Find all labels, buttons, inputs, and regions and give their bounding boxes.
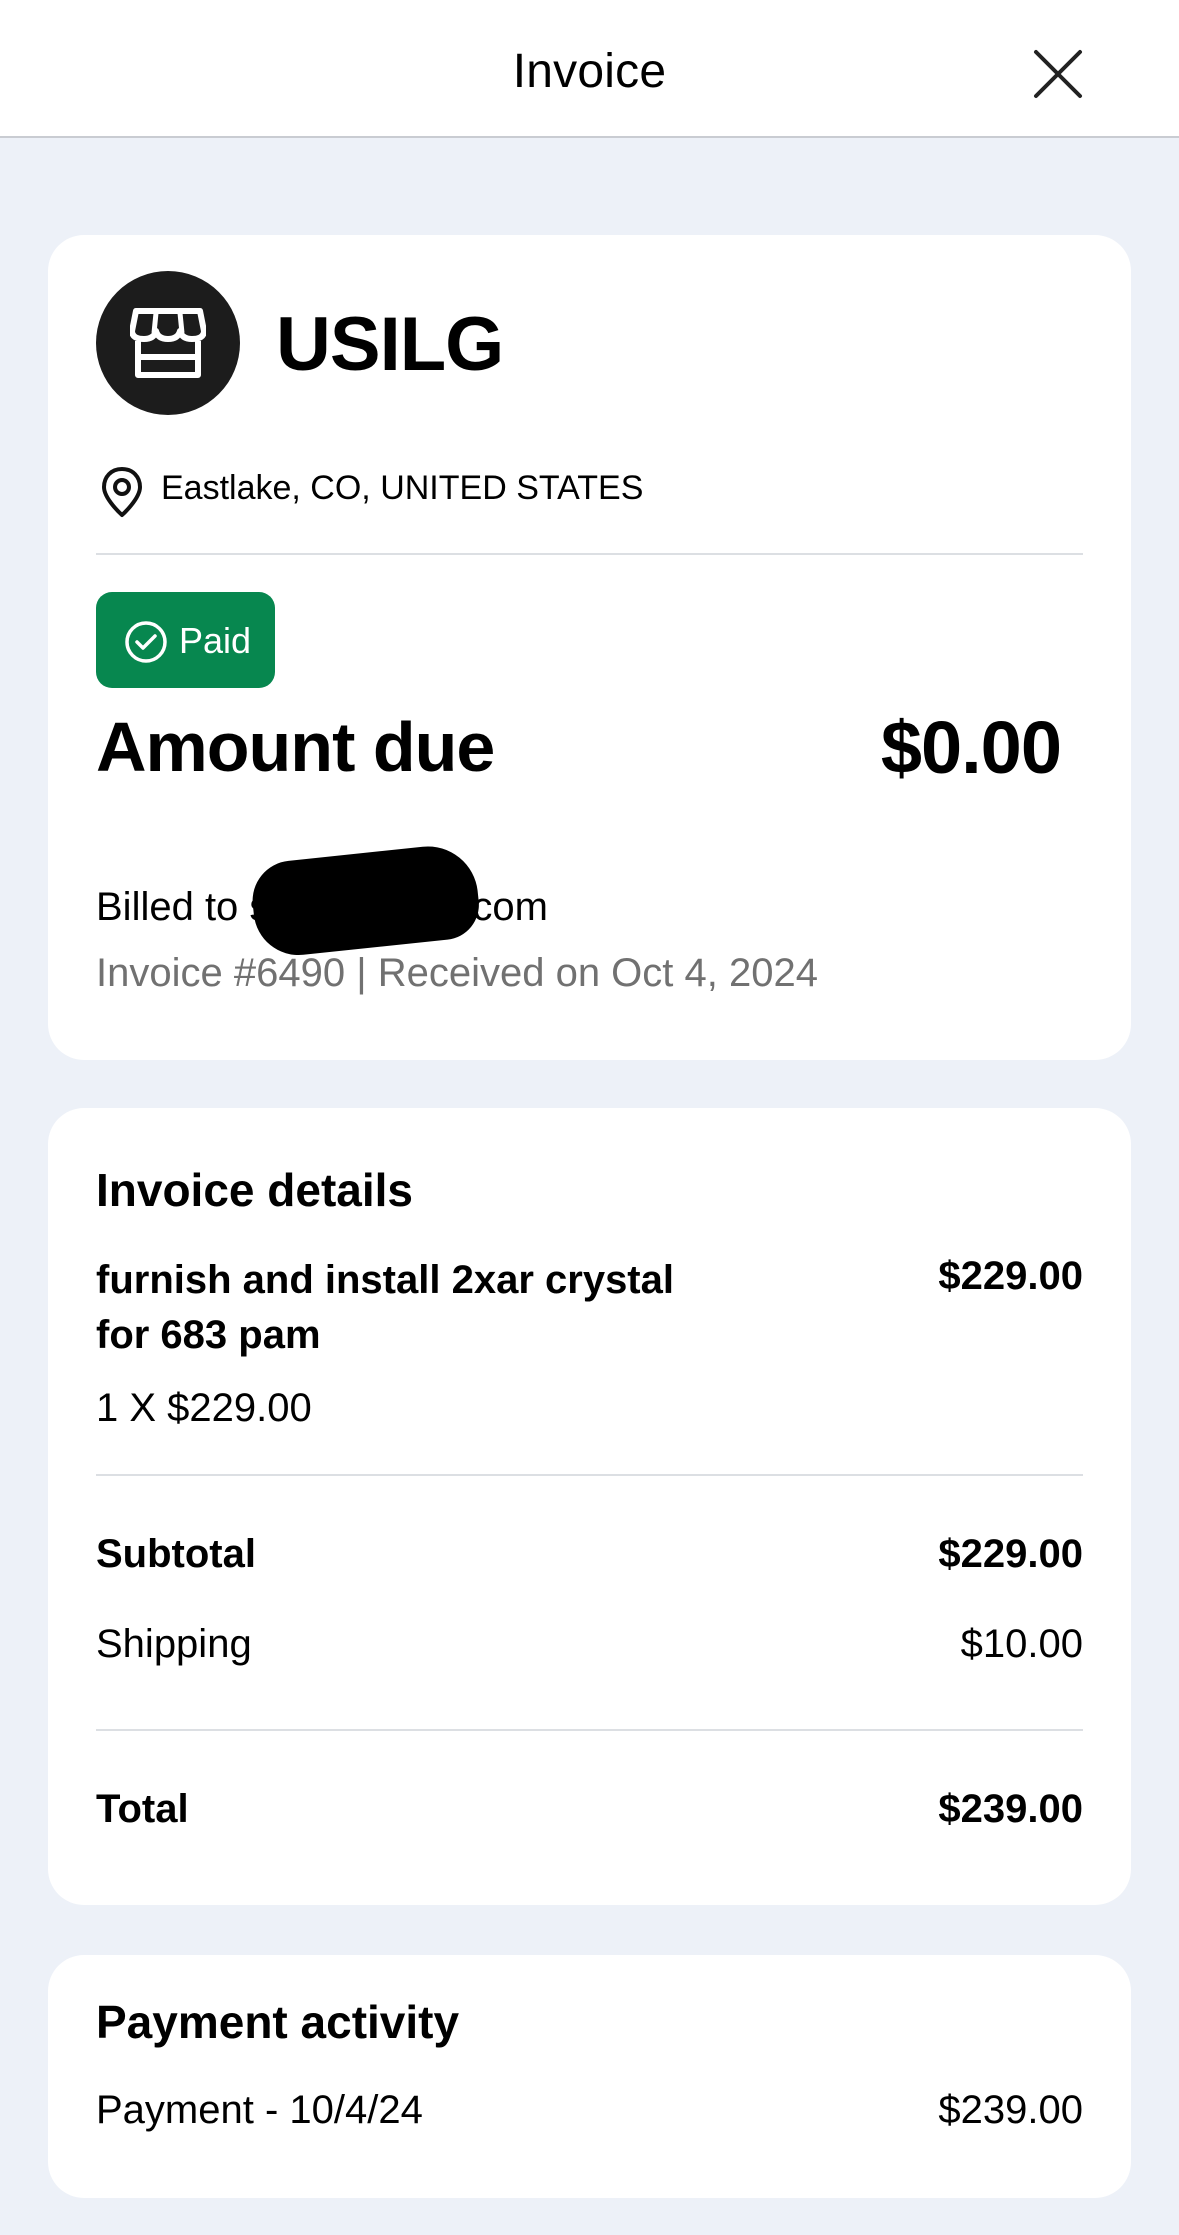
page-title: Invoice [512,45,667,98]
invoice-number-date: Invoice #6490 | Received on Oct 4, 2024 [96,951,818,995]
invoice-summary-card: USILG Eastlake, CO, UNITED STATES Paid A… [48,235,1131,1060]
status-label: Paid [179,620,252,661]
top-bar: Invoice [0,0,1179,138]
payment-activity-title: Payment activity [96,1996,460,2048]
total-value: $239.00 [938,1787,1083,1831]
divider [96,553,1083,555]
line-item-price: $229.00 [938,1254,1083,1298]
merchant-location: Eastlake, CO, UNITED STATES [161,469,644,507]
invoice-details-card: Invoice details furnish and install 2xar… [48,1108,1131,1905]
shipping-label: Shipping [96,1622,252,1666]
map-pin-icon [102,467,142,517]
line-item-quantity: 1 X $229.00 [96,1386,312,1430]
subtotal-label: Subtotal [96,1532,256,1576]
divider [96,1729,1083,1731]
amount-due-label: Amount due [96,708,495,786]
amount-due-value: $0.00 [880,706,1062,789]
subtotal-value: $229.00 [938,1532,1083,1576]
line-item-name: furnish and install 2xar crystal for 683… [96,1258,674,1357]
storefront-icon [130,308,206,378]
close-button[interactable] [1030,46,1086,102]
total-label: Total [96,1787,189,1831]
status-badge: Paid [96,592,275,688]
shipping-value: $10.00 [960,1622,1083,1666]
divider [96,1474,1083,1476]
payment-entry-amount: $239.00 [938,2088,1083,2132]
invoice-details-title: Invoice details [96,1164,414,1216]
merchant-name: USILG [276,302,504,387]
redaction-mark [248,841,483,960]
payment-entry-label: Payment - 10/4/24 [96,2088,423,2132]
merchant-avatar [96,271,240,415]
close-icon [1034,50,1082,98]
check-circle-icon [125,621,167,663]
payment-activity-card: Payment activity Payment - 10/4/24 $239.… [48,1955,1131,2198]
